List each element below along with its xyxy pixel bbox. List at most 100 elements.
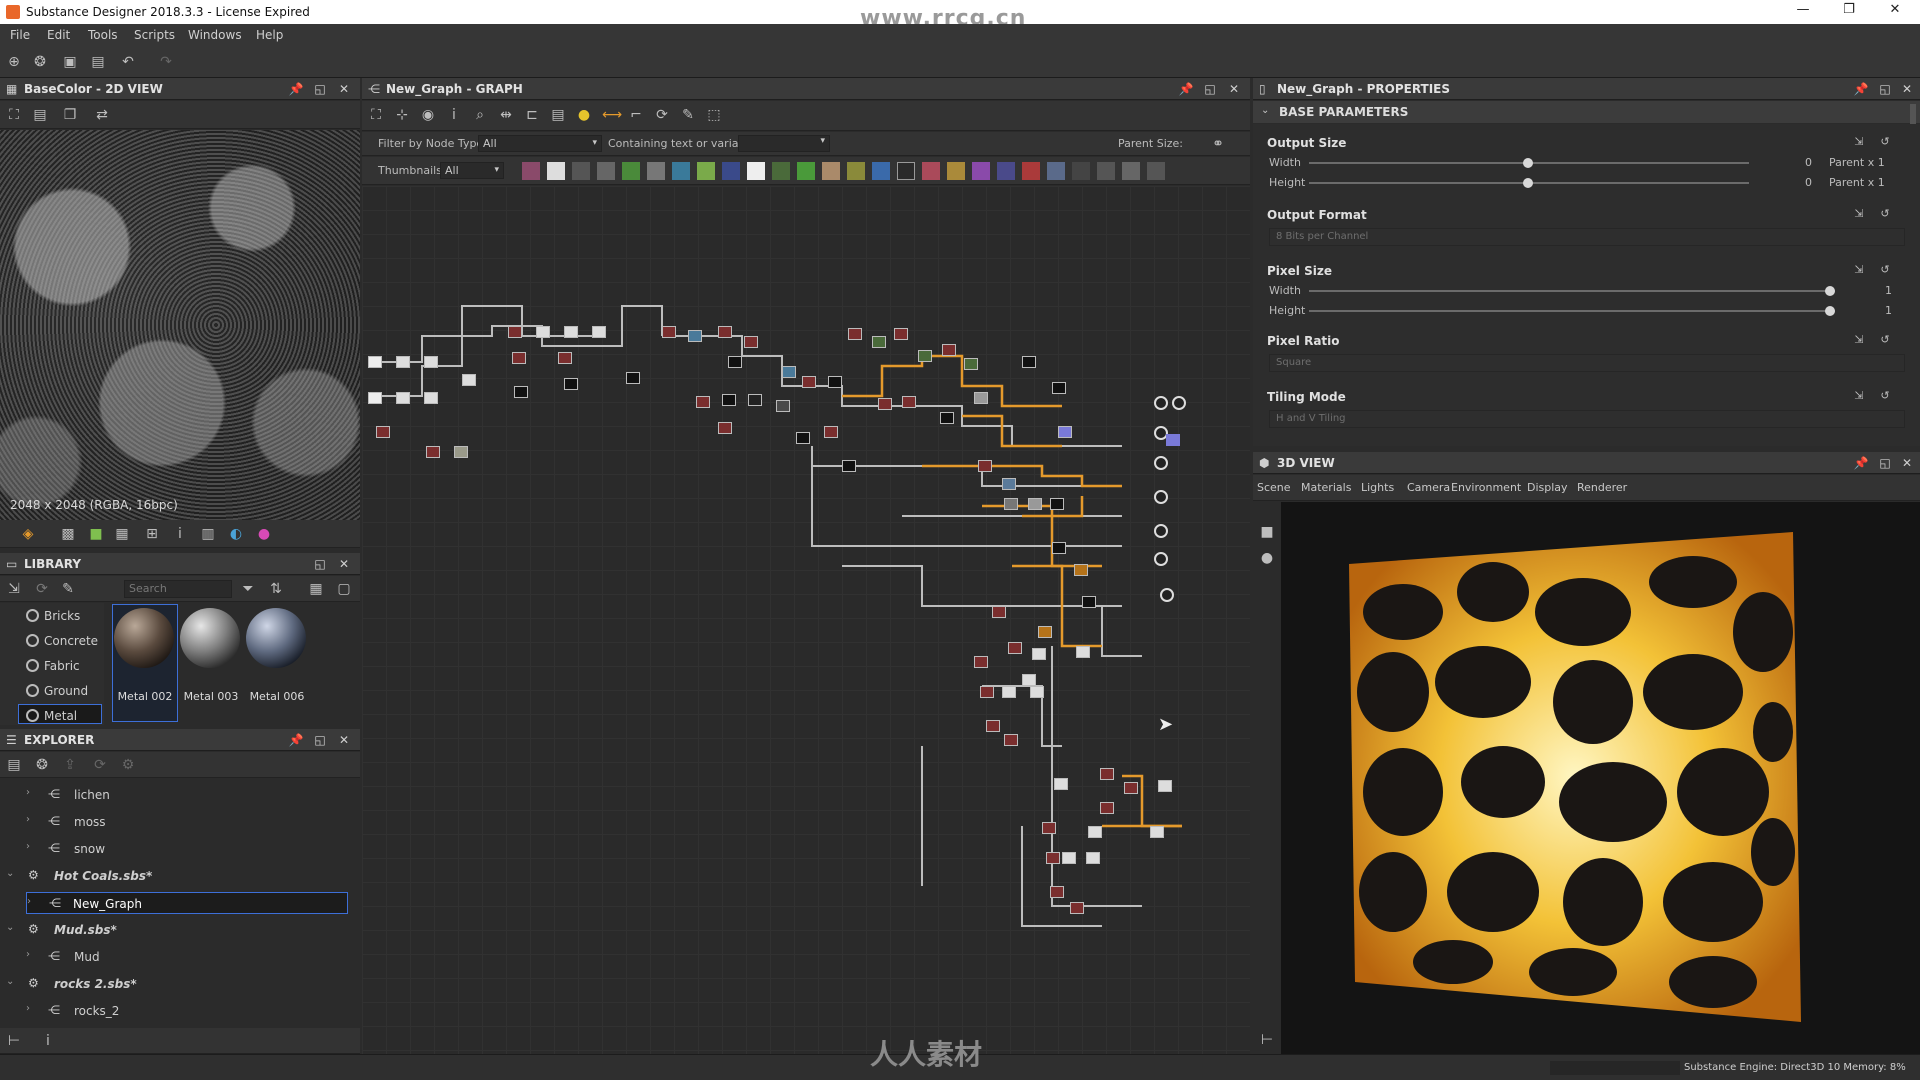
- snap-icon[interactable]: ⇹: [498, 107, 514, 123]
- pixel-processor-icon[interactable]: [797, 162, 815, 180]
- input-node-icon[interactable]: [1022, 162, 1040, 180]
- graph-node[interactable]: [1022, 356, 1036, 368]
- text-node-icon[interactable]: [972, 162, 990, 180]
- graph-node[interactable]: [942, 344, 956, 356]
- hierarchy-icon[interactable]: ⊢: [6, 1033, 22, 1049]
- graph-node[interactable]: [514, 386, 528, 398]
- graph-node[interactable]: [744, 336, 758, 348]
- save-image-icon[interactable]: ▤: [32, 107, 48, 123]
- graph-node[interactable]: [1028, 498, 1042, 510]
- reload-icon[interactable]: ⟳: [92, 757, 108, 773]
- float-icon[interactable]: ◱: [1202, 81, 1218, 97]
- graph-node[interactable]: [782, 366, 796, 378]
- close-panel-icon[interactable]: ✕: [1226, 81, 1242, 97]
- reset-param-icon[interactable]: ↺: [1877, 134, 1893, 150]
- graph-node[interactable]: [722, 394, 736, 406]
- graph-node[interactable]: [592, 326, 606, 338]
- pin-icon[interactable]: 📌: [1853, 455, 1869, 471]
- view2d-canvas[interactable]: 2048 x 2048 (RGBA, 16bpc): [0, 130, 360, 520]
- menu-renderer[interactable]: Renderer: [1577, 481, 1627, 494]
- pin-icon[interactable]: 📌: [288, 81, 304, 97]
- graph-node[interactable]: [1124, 782, 1138, 794]
- info-icon[interactable]: i: [172, 526, 188, 542]
- graph-node[interactable]: [462, 374, 476, 386]
- graph-node[interactable]: [1088, 826, 1102, 838]
- reset-param-icon[interactable]: ↺: [1877, 262, 1893, 278]
- output-width-knob[interactable]: [1523, 158, 1533, 168]
- new-graph-icon[interactable]: ❂: [34, 757, 50, 773]
- graph-node[interactable]: [848, 328, 862, 340]
- link-param-icon[interactable]: ⇲: [1851, 134, 1867, 150]
- frame-node-icon[interactable]: [1047, 162, 1065, 180]
- tree-package-hot-coals[interactable]: ⌄ ⚙ Hot Coals.sbs*: [6, 865, 346, 887]
- dot-node-icon[interactable]: [1097, 162, 1115, 180]
- edit-icon[interactable]: ✎: [60, 581, 76, 597]
- color-picker-icon[interactable]: ◐: [228, 526, 244, 542]
- blend-node-icon[interactable]: [572, 162, 590, 180]
- output-node[interactable]: [1154, 490, 1168, 504]
- graph-settings-icon[interactable]: [1147, 162, 1165, 180]
- color-wheel-icon[interactable]: ●: [256, 526, 272, 542]
- graph-node[interactable]: [748, 394, 762, 406]
- output-node[interactable]: [1160, 588, 1174, 602]
- distance-node-icon[interactable]: [822, 162, 840, 180]
- graph-node[interactable]: [1062, 852, 1076, 864]
- category-fabric[interactable]: Fabric: [26, 659, 80, 673]
- normal-node-icon[interactable]: [672, 162, 690, 180]
- maximize-button[interactable]: ❐: [1826, 2, 1872, 22]
- minimize-button[interactable]: —: [1780, 2, 1826, 22]
- graph-node[interactable]: [802, 376, 816, 388]
- publish-icon[interactable]: ⇪: [62, 757, 78, 773]
- tile-node-icon[interactable]: [747, 162, 765, 180]
- pixel-width-slider[interactable]: [1309, 290, 1835, 292]
- curve-node-icon[interactable]: [622, 162, 640, 180]
- graph-node[interactable]: [1042, 822, 1056, 834]
- menu-scripts[interactable]: Scripts: [134, 28, 175, 42]
- output-node[interactable]: [1172, 396, 1186, 410]
- checker-icon[interactable]: ▩: [60, 526, 76, 542]
- graph-node[interactable]: [842, 460, 856, 472]
- refresh-icon[interactable]: ⟳: [34, 581, 50, 597]
- connect-icon[interactable]: ⌐: [628, 107, 644, 123]
- parent-size-toggle-icon[interactable]: ⚭: [1210, 136, 1226, 152]
- share-icon[interactable]: ⇄: [94, 107, 110, 123]
- output-format-select[interactable]: 8 Bits per Channel: [1269, 228, 1905, 246]
- undo-icon[interactable]: ↶: [120, 54, 136, 70]
- tiling-mode-select[interactable]: H and V Tiling: [1269, 410, 1905, 428]
- menu-windows[interactable]: Windows: [188, 28, 242, 42]
- noise-node-icon[interactable]: [897, 162, 915, 180]
- tree-item-new-graph-selected[interactable]: › ⋲ New_Graph: [26, 892, 348, 914]
- graph-node[interactable]: [894, 328, 908, 340]
- graph-node[interactable]: [718, 422, 732, 434]
- material-thumbnail-metal-002[interactable]: [114, 608, 174, 668]
- graph-node[interactable]: [992, 606, 1006, 618]
- graph-node[interactable]: [974, 392, 988, 404]
- graph-node[interactable]: [974, 656, 988, 668]
- graph-node[interactable]: [776, 400, 790, 412]
- graph-node[interactable]: [376, 426, 390, 438]
- graph-node[interactable]: [1070, 902, 1084, 914]
- tiling-icon[interactable]: ⊞: [144, 526, 160, 542]
- graph-node[interactable]: [536, 326, 550, 338]
- menu-display[interactable]: Display: [1527, 481, 1568, 494]
- close-panel-icon[interactable]: ✕: [1899, 455, 1915, 471]
- graph-node[interactable]: [1008, 642, 1022, 654]
- graph-node[interactable]: [1082, 596, 1096, 608]
- menu-help[interactable]: Help: [256, 28, 283, 42]
- category-ground[interactable]: Ground: [26, 684, 88, 698]
- output-node[interactable]: [1154, 396, 1168, 410]
- containing-text-input[interactable]: ▾: [738, 135, 830, 152]
- copy-icon[interactable]: ❐: [62, 107, 78, 123]
- transform-node-icon[interactable]: [597, 162, 615, 180]
- float-icon[interactable]: ◱: [1877, 81, 1893, 97]
- screenshot-icon[interactable]: ◉: [420, 107, 436, 123]
- base-parameters-header[interactable]: ⌄ BASE PARAMETERS: [1253, 101, 1920, 123]
- frame-all-icon[interactable]: ⛶: [368, 107, 384, 123]
- graph-node[interactable]: [796, 432, 810, 444]
- close-panel-icon[interactable]: ✕: [336, 81, 352, 97]
- graph-node[interactable]: [558, 352, 572, 364]
- tree-package-rocks-2[interactable]: ⌄ ⚙ rocks 2.sbs*: [6, 973, 346, 995]
- comment-node-icon[interactable]: [1122, 162, 1140, 180]
- graph-node[interactable]: [1030, 686, 1044, 698]
- uniform-color-node-icon[interactable]: [547, 162, 565, 180]
